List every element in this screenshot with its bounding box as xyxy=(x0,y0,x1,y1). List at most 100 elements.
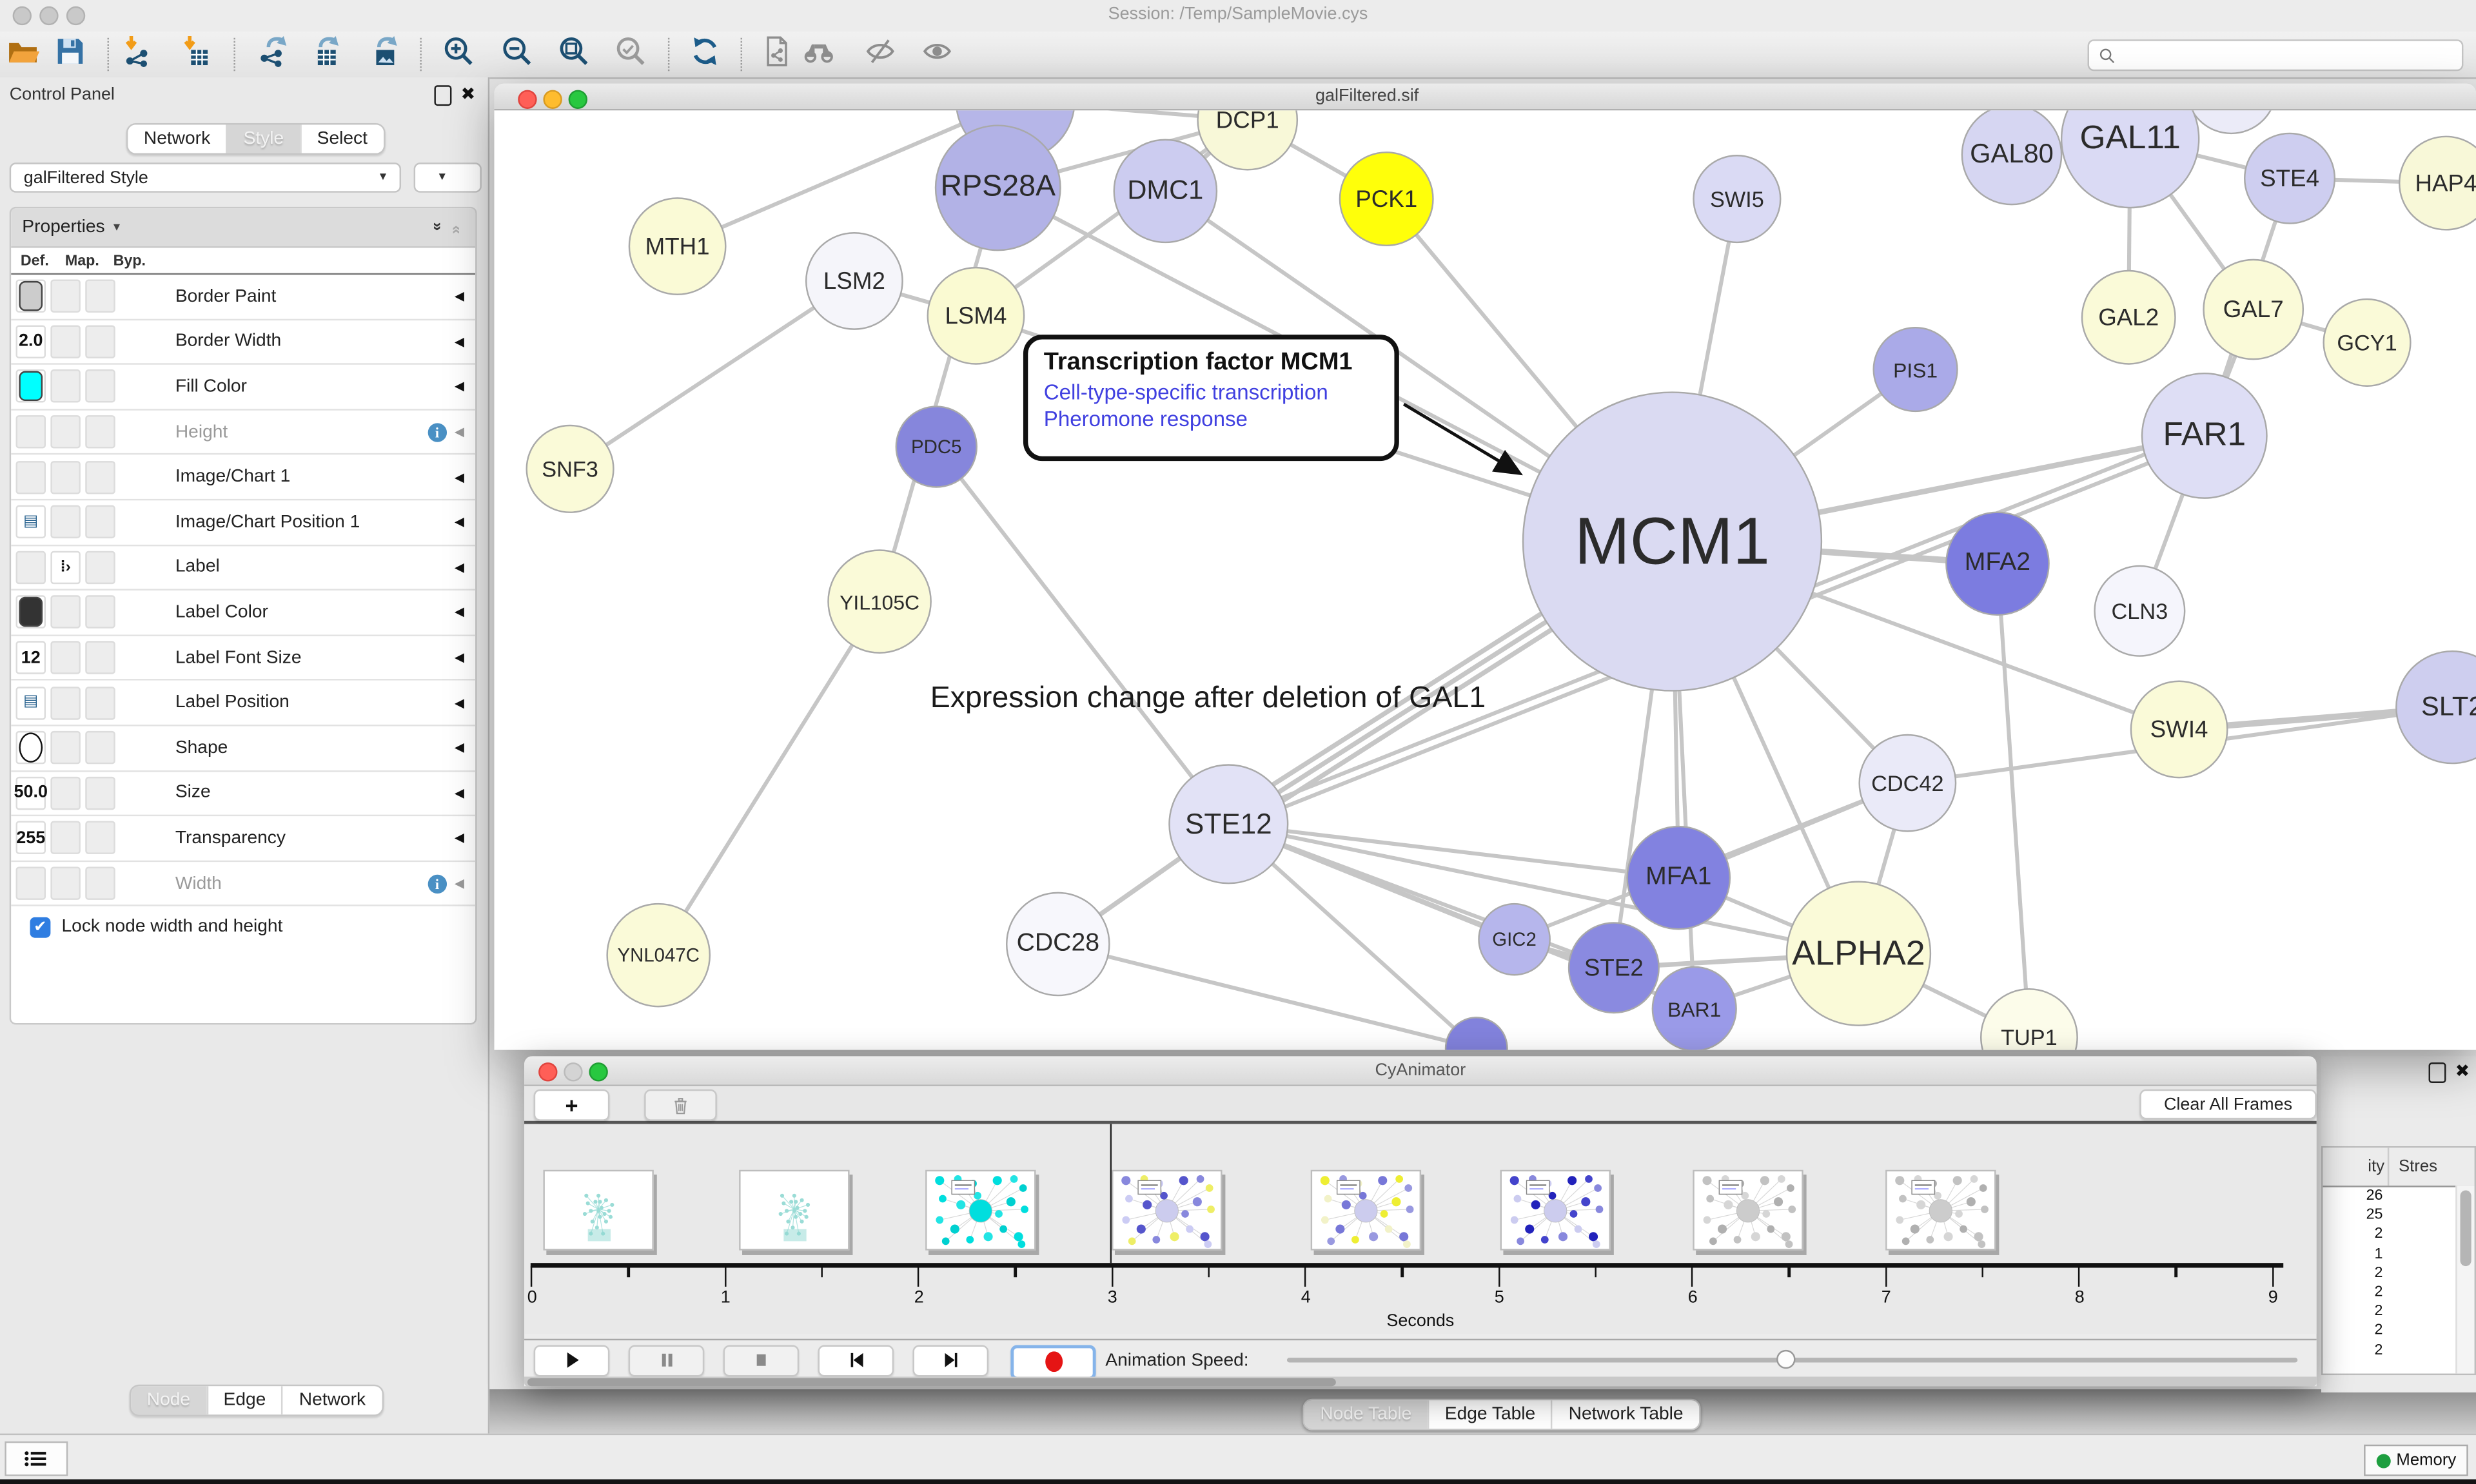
window-minimize-icon[interactable] xyxy=(543,90,562,109)
panel-float-icon[interactable] xyxy=(2428,1062,2446,1083)
open-folder-button[interactable] xyxy=(3,36,41,74)
panel-close-icon[interactable]: ✖ xyxy=(461,87,476,104)
property-row-label-color[interactable]: Label Color◀ xyxy=(11,591,475,636)
table-row[interactable]: 1 xyxy=(2323,1245,2474,1264)
mapping-cell[interactable] xyxy=(50,686,81,719)
skip-to-start-button[interactable] xyxy=(818,1344,894,1376)
node-lsm4[interactable]: LSM4 xyxy=(927,267,1025,365)
frame-thumbnail-0[interactable] xyxy=(543,1170,653,1251)
mapping-cell[interactable] xyxy=(50,415,81,448)
default-value-cell[interactable] xyxy=(15,370,46,403)
stop-button[interactable] xyxy=(723,1344,800,1376)
network-from-selection-button[interactable] xyxy=(758,36,796,74)
bypass-cell[interactable] xyxy=(85,280,115,313)
node-pis1[interactable]: PIS1 xyxy=(1872,327,1958,412)
frame-thumbnail-3[interactable] xyxy=(1112,1170,1222,1251)
table-row[interactable]: 2 xyxy=(2323,1341,2474,1360)
node-swi5[interactable]: SWI5 xyxy=(1693,155,1781,243)
frame-thumbnail-1[interactable] xyxy=(739,1170,849,1251)
bypass-cell[interactable] xyxy=(85,460,115,493)
property-row-shape[interactable]: Shape◀ xyxy=(11,726,475,771)
results-table-scrollbar[interactable] xyxy=(2455,1186,2474,1373)
table-row[interactable]: 2 xyxy=(2323,1303,2474,1322)
expand-row-icon[interactable]: ◀ xyxy=(455,876,464,890)
annotation-free-text[interactable]: Expression change after deletion of GAL1 xyxy=(892,682,1524,717)
default-value-cell[interactable]: ▤ xyxy=(15,505,46,538)
table-row[interactable]: 2 xyxy=(2323,1264,2474,1284)
property-row-label[interactable]: ⁞›Label◀ xyxy=(11,545,475,591)
property-row-image-chart-1[interactable]: Image/Chart 1◀ xyxy=(11,455,475,500)
expand-row-icon[interactable]: ◀ xyxy=(455,605,464,620)
animator-horizontal-scrollbar[interactable] xyxy=(524,1377,2317,1387)
bypass-cell[interactable] xyxy=(85,822,115,855)
bypass-cell[interactable] xyxy=(85,596,115,629)
annotation-link[interactable]: Cell-type-specific transcription xyxy=(1044,380,1379,404)
bypass-cell[interactable] xyxy=(85,641,115,674)
node-far1[interactable]: FAR1 xyxy=(2141,373,2268,499)
cyanimator-titlebar[interactable]: CyAnimator xyxy=(524,1056,2317,1086)
zoom-selected-button[interactable] xyxy=(611,36,649,74)
node-mcm1[interactable]: MCM1 xyxy=(1522,391,1822,691)
frame-thumbnail-7[interactable] xyxy=(1885,1170,1996,1251)
properties-header[interactable]: Properties ▼ » » xyxy=(11,208,475,248)
mapping-cell[interactable]: ⁞› xyxy=(50,551,81,583)
expand-row-icon[interactable]: ◀ xyxy=(455,560,464,574)
panel-float-icon[interactable] xyxy=(434,85,451,106)
node-cln3[interactable]: CLN3 xyxy=(2094,565,2185,657)
bypass-cell[interactable] xyxy=(85,551,115,583)
default-value-cell[interactable] xyxy=(15,731,46,764)
default-value-cell[interactable] xyxy=(15,280,46,313)
tab-edge-table[interactable]: Edge Table xyxy=(1428,1400,1551,1429)
tab-edge[interactable]: Edge xyxy=(206,1386,282,1414)
node-gal7[interactable]: GAL7 xyxy=(2203,259,2304,360)
expand-row-icon[interactable]: ◀ xyxy=(455,696,464,710)
expand-all-icon[interactable]: » xyxy=(429,221,446,233)
default-value-cell[interactable] xyxy=(15,867,46,900)
default-value-cell[interactable]: ▤ xyxy=(15,686,46,719)
default-value-cell[interactable]: 255 xyxy=(15,822,46,855)
expand-row-icon[interactable]: ◀ xyxy=(455,425,464,439)
node-alpha2[interactable]: ALPHA2 xyxy=(1786,881,1931,1026)
property-row-width[interactable]: Widthi◀ xyxy=(11,861,475,906)
style-options-button[interactable]: ▼ xyxy=(414,162,482,193)
zoom-out-button[interactable] xyxy=(497,36,535,74)
export-table-button[interactable] xyxy=(306,36,344,74)
node-swi4[interactable]: SWI4 xyxy=(2130,681,2228,779)
node-snf3[interactable]: SNF3 xyxy=(526,425,614,513)
frame-thumbnail-4[interactable] xyxy=(1311,1170,1421,1251)
expand-row-icon[interactable]: ◀ xyxy=(455,515,464,529)
expand-row-icon[interactable]: ◀ xyxy=(455,786,464,800)
property-row-fill-color[interactable]: Fill Color◀ xyxy=(11,365,475,410)
mapping-cell[interactable] xyxy=(50,370,81,403)
expand-row-icon[interactable]: ◀ xyxy=(455,650,464,665)
tab-style[interactable]: Style xyxy=(226,124,300,153)
expand-row-icon[interactable]: ◀ xyxy=(455,741,464,755)
mapping-cell[interactable] xyxy=(50,731,81,764)
delete-frame-button[interactable] xyxy=(644,1089,717,1121)
mapping-cell[interactable] xyxy=(50,505,81,538)
window-close-icon[interactable] xyxy=(518,90,536,109)
node-gic2[interactable]: GIC2 xyxy=(1478,903,1551,976)
property-row-border-paint[interactable]: Border Paint◀ xyxy=(11,275,475,320)
info-icon[interactable]: i xyxy=(427,422,446,441)
tab-network[interactable]: Network xyxy=(282,1386,382,1414)
record-button[interactable] xyxy=(1010,1344,1096,1379)
first-neighbors-button[interactable] xyxy=(799,36,837,74)
default-value-cell[interactable]: 50.0 xyxy=(15,776,46,809)
export-network-button[interactable] xyxy=(254,36,292,74)
annotation-link[interactable]: Pheromone response xyxy=(1044,407,1379,431)
column-header[interactable]: ity xyxy=(2323,1147,2389,1186)
pause-button[interactable] xyxy=(629,1344,705,1376)
node-mth1[interactable]: MTH1 xyxy=(629,197,727,295)
tab-network[interactable]: Network xyxy=(128,124,226,153)
panel-close-icon[interactable]: ✖ xyxy=(2455,1064,2470,1082)
mapping-cell[interactable] xyxy=(50,776,81,809)
node-gcy1[interactable]: GCY1 xyxy=(2323,298,2411,387)
mapping-cell[interactable] xyxy=(50,280,81,313)
show-all-button[interactable] xyxy=(918,36,956,74)
lock-dimensions-checkbox[interactable]: ✔ xyxy=(30,917,51,937)
node-ynl047c[interactable]: YNL047C xyxy=(606,903,711,1008)
mapping-cell[interactable] xyxy=(50,460,81,493)
property-row-label-font-size[interactable]: 12Label Font Size◀ xyxy=(11,636,475,681)
bypass-cell[interactable] xyxy=(85,505,115,538)
